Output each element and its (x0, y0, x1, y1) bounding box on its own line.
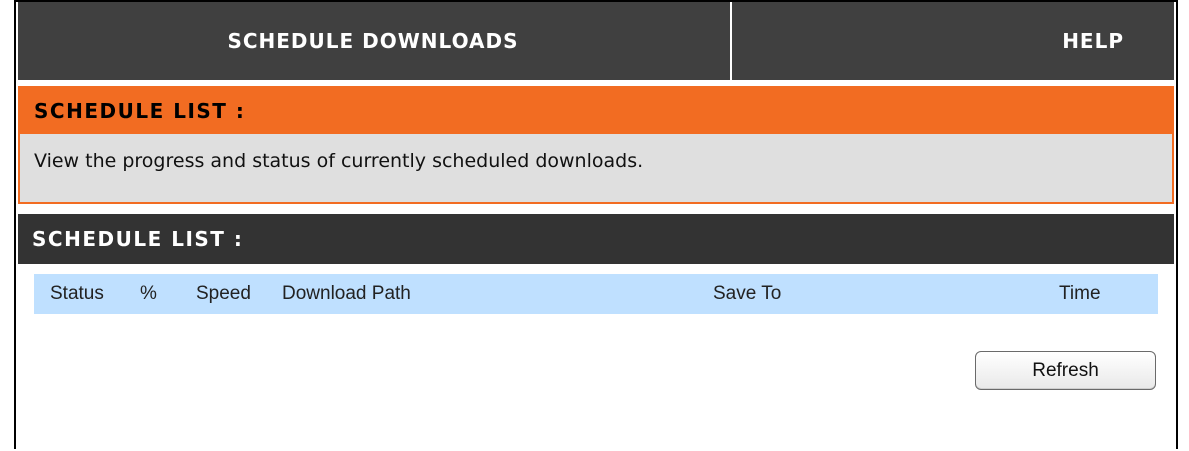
column-header-download-path: Download Path (282, 283, 411, 304)
list-title: SCHEDULE LIST : (18, 214, 1174, 264)
section-title: SCHEDULE LIST : (20, 88, 1172, 134)
column-header-save-to: Save To (713, 283, 782, 304)
column-header-status: Status (50, 283, 104, 304)
column-header-time: Time (1059, 283, 1101, 304)
schedule-info-section: SCHEDULE LIST : View the progress and st… (18, 86, 1174, 204)
refresh-button[interactable]: Refresh (975, 351, 1156, 390)
table-header: Status % Speed Download Path Save To Tim… (34, 274, 1158, 314)
column-header-speed: Speed (196, 283, 251, 304)
top-nav: SCHEDULE DOWNLOADS HELP (18, 2, 1174, 80)
tab-schedule-downloads[interactable]: SCHEDULE DOWNLOADS (18, 2, 728, 80)
section-description: View the progress and status of currentl… (34, 150, 644, 172)
page-frame: SCHEDULE DOWNLOADS HELP SCHEDULE LIST : … (14, 0, 1178, 451)
schedule-list-section: SCHEDULE LIST : Status % Speed Download … (18, 214, 1174, 451)
tab-help[interactable]: HELP (732, 2, 1174, 80)
column-header-percent: % (140, 283, 157, 304)
